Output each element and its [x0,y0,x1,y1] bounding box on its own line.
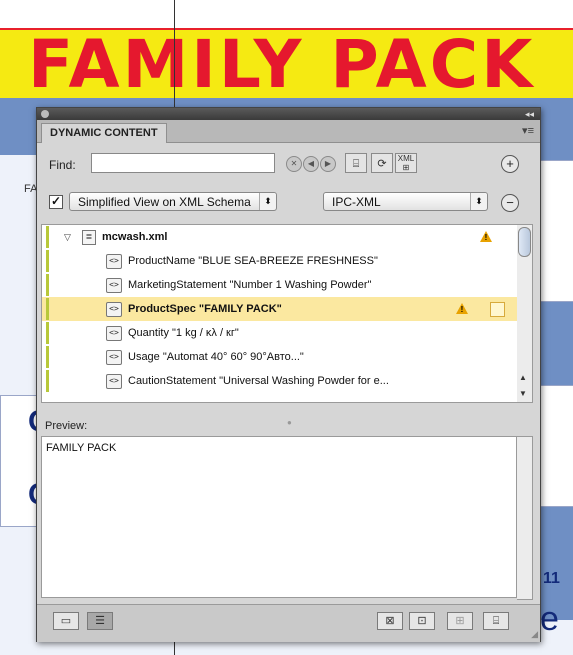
xml-element-icon: <> [106,254,122,269]
xml-mapping-icon[interactable]: XML ⊞ [395,153,417,173]
tab-dynamic-content[interactable]: DYNAMIC CONTENT [41,123,167,143]
view-select[interactable]: Simplified View on XML Schema ⬍ [69,192,277,211]
insert-field-icon[interactable]: ⊡ [409,612,435,630]
tree-scrollbar[interactable]: ▲ ▼ [517,224,533,403]
bottom-toolbar: ▭ ☰ ⊠ ⊡ ⊞ ⌸ ◢ [37,604,540,642]
schema-select-value: IPC-XML [332,195,381,209]
tree-row-text: MarketingStatement "Number 1 Washing Pow… [128,279,372,291]
scroll-down-icon[interactable]: ▼ [519,389,527,398]
tree-row-text: ProductSpec "FAMILY PACK" [128,303,282,315]
xml-file-icon: ≣ [82,230,96,245]
find-label: Find: [49,158,76,172]
preview-scrollbar[interactable] [517,436,533,600]
xml-element-icon: <> [106,350,122,365]
view-checkbox[interactable]: ✓ [49,195,63,209]
view-select-value: Simplified View on XML Schema [78,195,251,209]
tree-row-text: Usage "Automat 40° 60° 90°Авто..." [128,351,304,363]
place-content-icon[interactable]: ⊠ [377,612,403,630]
placeholder-square-icon[interactable] [490,302,505,317]
tree-row-text: Quantity "1 kg / κλ / кг" [128,327,239,339]
status-bar [46,322,49,344]
status-bar [46,370,49,392]
content-tree: ▽ ≣ mcwash.xml ! <> ProductName "BLUE SE… [41,224,519,403]
add-icon[interactable]: + [501,155,519,173]
collapse-icon[interactable]: ◂◂ [525,108,534,120]
document-number: 11 [543,570,560,587]
warning-mark: ! [460,305,464,314]
status-bar [46,274,49,296]
previous-icon[interactable]: ◀ [303,156,319,172]
chevron-updown-icon: ⬍ [470,193,487,210]
xml-element-icon: <> [106,374,122,389]
scroll-thumb[interactable] [518,227,531,257]
tree-row-text: CautionStatement "Universal Washing Powd… [128,375,389,387]
find-input[interactable] [91,153,275,173]
tree-root-label: mcwash.xml [102,231,168,243]
tree-row[interactable]: <> ProductName "BLUE SEA-BREEZE FRESHNES… [42,249,518,273]
warning-mark: ! [484,233,488,242]
status-bar [46,298,49,320]
tree-row[interactable]: <> CautionStatement "Universal Washing P… [42,369,518,393]
tree-row[interactable]: <> Quantity "1 kg / κλ / кг" [42,321,518,345]
fit-frame-icon[interactable]: ⌸ [483,612,509,630]
panel-menu-icon[interactable]: ▾≡ [522,124,534,137]
preview-pane: FAMILY PACK [41,436,517,598]
document-frame-right-lower [538,385,573,507]
preview-label: Preview: [45,420,88,432]
single-view-icon[interactable]: ▭ [53,612,79,630]
refresh-icon[interactable]: ⟳ [371,153,393,173]
tree-row-selected[interactable]: <> ProductSpec "FAMILY PACK" ! [42,297,518,321]
banner-text: FAMILY PACK [28,26,536,103]
schema-select[interactable]: IPC-XML ⬍ [323,192,488,211]
xml-element-icon: <> [106,302,122,317]
preview-text: FAMILY PACK [46,442,117,454]
tree-root[interactable]: ▽ ≣ mcwash.xml ! [42,225,518,249]
next-icon[interactable]: ▶ [320,156,336,172]
status-bar [46,250,49,272]
xml-element-icon: <> [106,326,122,341]
show-tags-icon[interactable]: ⌸ [345,153,367,173]
document-glyph: e [540,600,559,638]
panel-tab-row: DYNAMIC CONTENT ▾≡ [37,120,540,143]
xml-element-icon: <> [106,278,122,293]
tree-row[interactable]: <> MarketingStatement "Number 1 Washing … [42,273,518,297]
dynamic-content-panel: ◂◂ DYNAMIC CONTENT ▾≡ Find: ✕ ◀ ▶ ⌸ ⟳ XM… [36,107,541,642]
tree-row-text: ProductName "BLUE SEA-BREEZE FRESHNESS" [128,255,378,267]
remove-icon[interactable]: − [501,194,519,212]
chevron-updown-icon: ⬍ [259,193,276,210]
status-bar [46,226,49,248]
list-view-icon[interactable]: ☰ [87,612,113,630]
tree-row[interactable]: <> Usage "Automat 40° 60° 90°Авто..." [42,345,518,369]
splitter-grip-icon[interactable]: ● [287,418,292,427]
panel-titlebar[interactable]: ◂◂ [37,108,540,120]
add-frame-icon[interactable]: ⊞ [447,612,473,630]
status-bar [46,346,49,368]
close-icon[interactable] [41,110,49,118]
document-frame-right [538,160,573,302]
clear-search-icon[interactable]: ✕ [286,156,302,172]
resize-grip-icon[interactable]: ◢ [531,629,538,640]
disclosure-triangle-icon[interactable]: ▽ [64,225,71,249]
scroll-up-icon[interactable]: ▲ [519,373,527,382]
